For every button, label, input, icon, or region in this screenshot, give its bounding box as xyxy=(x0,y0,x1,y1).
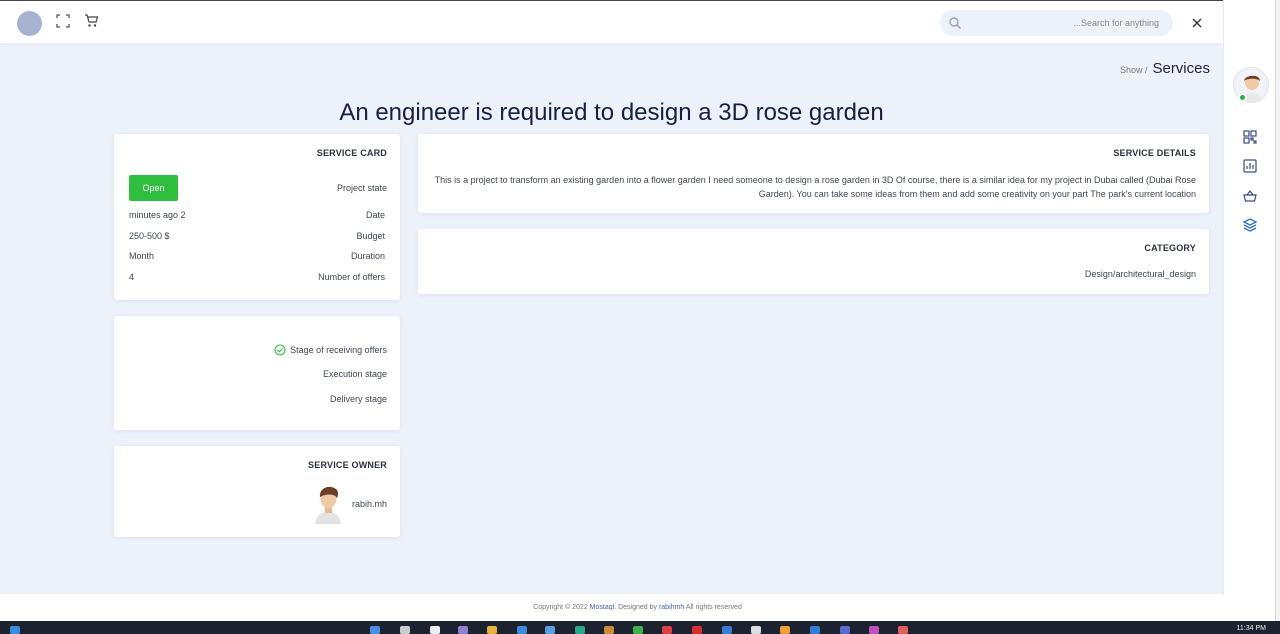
layers-icon[interactable] xyxy=(1242,218,1258,232)
app-icon[interactable] xyxy=(633,626,643,634)
service-owner-title: SERVICE OWNER xyxy=(308,460,387,470)
service-details-card: SERVICE DETAILS This is a project to tra… xyxy=(418,134,1209,213)
app-icon[interactable] xyxy=(430,626,440,634)
service-owner-card: SERVICE OWNER rabih.mh xyxy=(114,446,400,537)
app-icon[interactable] xyxy=(780,626,790,634)
row-label: Duration xyxy=(350,251,385,261)
stage-delivery: Delivery stage xyxy=(329,394,387,404)
breadcrumb: Show / Services xyxy=(1120,60,1210,77)
info-row-duration: Month Duration xyxy=(129,251,385,263)
info-row-date: minutes ago 2 Date xyxy=(129,210,385,222)
footer: Copyright © 2022 Mostaql. Designed by ra… xyxy=(0,594,1275,621)
category-title: CATEGORY xyxy=(1144,243,1196,253)
info-row-offers: 4 Number of offers xyxy=(129,272,385,284)
header-avatar[interactable] xyxy=(17,11,42,36)
app-icon[interactable] xyxy=(751,626,761,634)
page-title: An engineer is required to design a 3D r… xyxy=(339,99,884,126)
scrollbar[interactable] xyxy=(1275,0,1280,621)
app-icon[interactable] xyxy=(517,626,527,634)
right-sidebar xyxy=(1223,0,1275,621)
close-icon[interactable] xyxy=(1190,16,1204,30)
row-value: 250-500 $ xyxy=(129,231,170,241)
os-taskbar: 11:34 PM xyxy=(0,621,1280,634)
row-label: Number of offers xyxy=(318,272,385,282)
service-card-title: SERVICE CARD xyxy=(316,148,387,158)
service-card: SERVICE CARD Open Project state minutes … xyxy=(114,134,400,300)
category-value: Design/architectural_design xyxy=(1084,269,1196,279)
stage-execution: Execution stage xyxy=(322,369,387,379)
taskbar-clock[interactable]: 11:34 PM xyxy=(1237,625,1266,632)
row-value: minutes ago 2 xyxy=(129,210,186,220)
top-bar xyxy=(0,0,1223,43)
chart-icon[interactable] xyxy=(1243,159,1257,173)
service-description: This is a project to transform an existi… xyxy=(434,175,1196,199)
check-circle-icon xyxy=(274,344,286,356)
row-value: 4 xyxy=(129,272,135,282)
app-icon[interactable] xyxy=(869,626,879,634)
app-icon[interactable] xyxy=(898,626,908,634)
app-icon[interactable] xyxy=(692,626,702,634)
fullscreen-icon[interactable] xyxy=(56,14,72,30)
category-card: CATEGORY Design/architectural_design xyxy=(418,229,1209,294)
app-icon[interactable] xyxy=(575,626,585,634)
online-status-dot xyxy=(1238,93,1247,102)
app-icon[interactable] xyxy=(662,626,672,634)
search-app-icon[interactable] xyxy=(400,626,410,634)
stages-card: Stage of receiving offers Execution stag… xyxy=(114,316,400,430)
owner-avatar[interactable] xyxy=(312,483,345,524)
footer-designer-link[interactable]: rabihmh xyxy=(659,604,684,611)
row-label: Date xyxy=(365,210,385,220)
service-details-title: SERVICE DETAILS xyxy=(1113,148,1196,158)
owner-name[interactable]: rabih.mh xyxy=(352,499,387,509)
row-label: Budget xyxy=(356,231,385,241)
app-icon[interactable] xyxy=(604,626,614,634)
app-icon[interactable] xyxy=(370,626,380,634)
folder-icon[interactable] xyxy=(487,626,497,634)
project-state-label: Project state xyxy=(336,183,387,193)
vscode-icon[interactable] xyxy=(810,626,820,634)
app-icon[interactable] xyxy=(545,626,555,634)
footer-brand-link[interactable]: Mostaql xyxy=(590,604,615,611)
search-icon[interactable] xyxy=(948,16,962,30)
basket-icon[interactable] xyxy=(1243,189,1257,203)
search-box xyxy=(940,10,1173,36)
info-row-budget: 250-500 $ Budget xyxy=(129,231,385,243)
project-state-button[interactable]: Open xyxy=(129,175,178,201)
breadcrumb-current: Services xyxy=(1152,60,1210,77)
windows-start-icon[interactable] xyxy=(10,626,20,634)
search-input[interactable] xyxy=(979,14,1159,32)
stage-receiving-offers: Stage of receiving offers xyxy=(274,344,387,356)
app-icon[interactable] xyxy=(840,626,850,634)
grid-icon[interactable] xyxy=(1243,130,1257,144)
breadcrumb-parent[interactable]: Show / xyxy=(1120,65,1148,75)
app-icon[interactable] xyxy=(722,626,732,634)
row-value: Month xyxy=(129,251,155,261)
app-icon[interactable] xyxy=(458,626,468,634)
cart-icon[interactable] xyxy=(84,14,100,30)
